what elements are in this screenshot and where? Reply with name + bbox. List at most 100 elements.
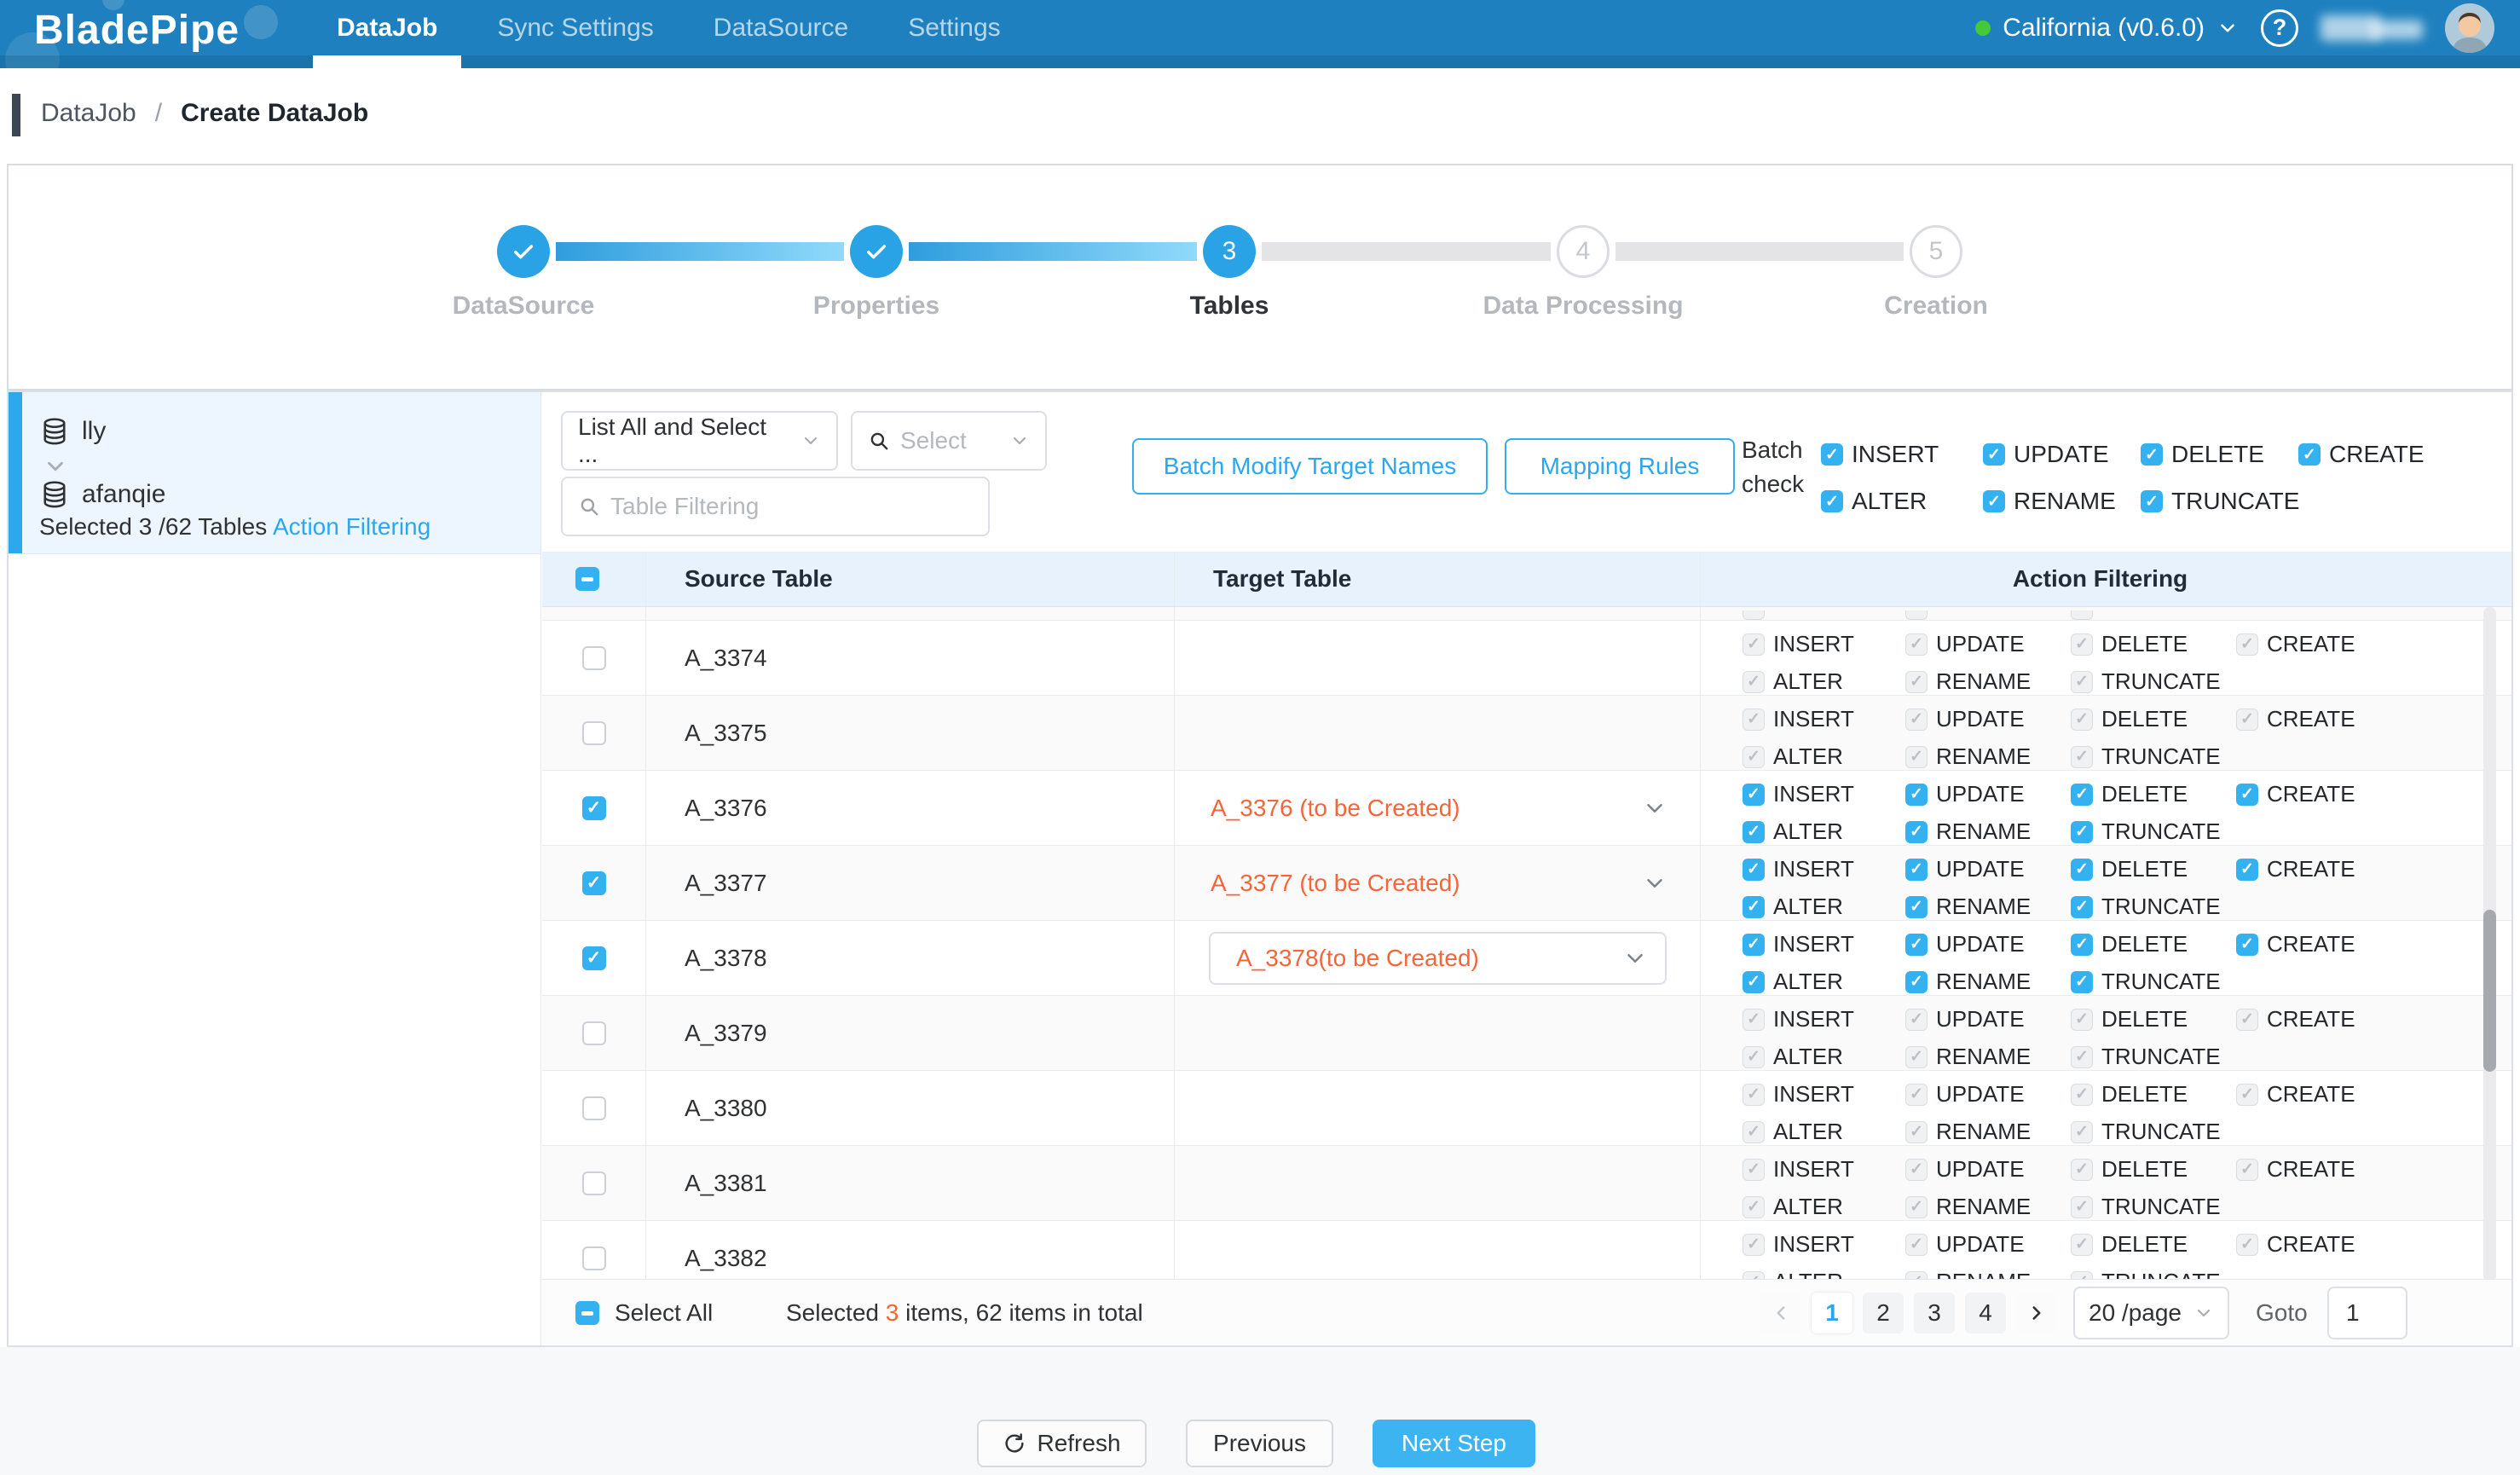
pagination-page-4[interactable]: 4 — [1965, 1293, 2006, 1333]
checkbox-checked[interactable]: ✓ — [1983, 490, 2005, 512]
target-table-value[interactable]: A_3376 (to be Created) — [1211, 795, 1667, 822]
action-checkbox-checked[interactable]: ✓ — [1905, 934, 1928, 956]
action-checkbox-disabled: ✓ — [1743, 1084, 1765, 1106]
target-table-select[interactable]: A_3378(to be Created) — [1209, 932, 1667, 985]
row-checkbox[interactable] — [582, 1021, 606, 1045]
row-checkbox[interactable] — [582, 1096, 606, 1120]
action-checkbox-checked[interactable]: ✓ — [1743, 896, 1765, 918]
step-circle-data-processing[interactable]: 4 — [1557, 225, 1610, 278]
action-checkbox-checked[interactable]: ✓ — [1905, 784, 1928, 806]
row-checkbox-checked[interactable]: ✓ — [582, 871, 606, 895]
action-checkbox-checked[interactable]: ✓ — [2071, 821, 2093, 843]
action-checkbox-checked[interactable]: ✓ — [2071, 859, 2093, 881]
action-checkbox-checked[interactable]: ✓ — [2236, 934, 2258, 956]
goto-page-input[interactable] — [2327, 1287, 2407, 1339]
batch-action-delete: ✓ DELETE — [2141, 441, 2298, 468]
refresh-button[interactable]: Refresh — [977, 1420, 1147, 1467]
step-connector — [909, 242, 1197, 261]
action-checkbox-label: INSERT — [1773, 1156, 1854, 1183]
pagination-page-1[interactable]: 1 — [1812, 1293, 1852, 1333]
table-row: ✓ A_3378 A_3378(to be Created) ✓INSERT✓U… — [542, 921, 2511, 996]
pagination-page-2[interactable]: 2 — [1863, 1293, 1904, 1333]
action-checkbox-checked[interactable]: ✓ — [1905, 971, 1928, 993]
selection-count-summary: Selected 3 items, 62 items in total — [786, 1280, 1143, 1346]
row-checkbox-checked[interactable]: ✓ — [582, 796, 606, 820]
select-all-checkbox-indeterminate[interactable] — [575, 1301, 599, 1325]
mapping-rules-button[interactable]: Mapping Rules — [1505, 438, 1735, 495]
action-checkbox-checked[interactable]: ✓ — [2236, 784, 2258, 806]
action-checkbox-checked[interactable]: ✓ — [2071, 784, 2093, 806]
help-icon[interactable]: ? — [2261, 9, 2298, 47]
action-checkbox-checked[interactable]: ✓ — [1743, 784, 1765, 806]
pagination-page-3[interactable]: 3 — [1914, 1293, 1955, 1333]
page-size-select[interactable]: 20 /page — [2073, 1287, 2229, 1339]
step-circle-datasource[interactable] — [497, 225, 550, 278]
action-checkbox-label: RENAME — [1936, 743, 2031, 770]
action-checkbox-label: UPDATE — [1936, 1006, 2025, 1032]
step-circle-tables[interactable]: 3 — [1203, 225, 1256, 278]
action-checkbox-label: TRUNCATE — [2101, 743, 2221, 770]
action-checkbox-checked[interactable]: ✓ — [2071, 971, 2093, 993]
nav-tab-datasource[interactable]: DataSource — [690, 0, 872, 55]
user-avatar[interactable] — [2445, 3, 2494, 53]
action-filtering-link[interactable]: Action Filtering — [273, 513, 431, 541]
row-checkbox-checked[interactable]: ✓ — [582, 946, 606, 970]
list-mode-select[interactable]: List All and Select ... — [561, 411, 838, 471]
select-page-checkbox-indeterminate[interactable] — [575, 567, 599, 591]
target-table-value[interactable]: A_3377 (to be Created) — [1211, 870, 1667, 897]
datasource-pair-item[interactable]: lly afanqie Selected 3 /62 Tables Action… — [9, 392, 540, 554]
nav-tab-sync-settings[interactable]: Sync Settings — [473, 0, 677, 55]
action-filter-create: ✓CREATE — [2236, 857, 2511, 882]
action-checkbox-checked[interactable]: ✓ — [2071, 896, 2093, 918]
action-checkbox-disabled: ✓ — [1743, 1196, 1765, 1218]
row-checkbox[interactable] — [582, 1247, 606, 1270]
checkbox-checked[interactable]: ✓ — [1821, 443, 1843, 466]
step-circle-creation[interactable]: 5 — [1910, 225, 1962, 278]
action-checkbox-label: ALTER — [1773, 1044, 1843, 1070]
previous-button[interactable]: Previous — [1186, 1420, 1333, 1467]
action-filter-insert: ✓INSERT — [1743, 1232, 1905, 1258]
username-blurred — [2321, 14, 2423, 43]
action-checkbox-checked[interactable]: ✓ — [2236, 859, 2258, 881]
checkbox-checked[interactable]: ✓ — [1821, 490, 1843, 512]
vertical-scrollbar-thumb[interactable] — [2483, 910, 2496, 1072]
pagination-next-button[interactable] — [2016, 1293, 2057, 1333]
select-all-label[interactable]: Select All — [615, 1299, 713, 1327]
action-checkbox-checked[interactable]: ✓ — [1743, 821, 1765, 843]
chevron-down-icon — [1009, 431, 1030, 451]
checkbox-checked[interactable]: ✓ — [2141, 490, 2163, 512]
nav-tab-datajob[interactable]: DataJob — [313, 0, 461, 55]
action-filter-insert: ✓INSERT — [1743, 782, 1905, 807]
schema-select[interactable]: Select — [851, 411, 1047, 471]
row-checkbox[interactable] — [582, 646, 606, 670]
action-checkbox-checked[interactable]: ✓ — [1743, 934, 1765, 956]
action-checkbox-checked[interactable]: ✓ — [1743, 971, 1765, 993]
action-checkbox-checked[interactable]: ✓ — [2071, 934, 2093, 956]
checkbox-checked[interactable]: ✓ — [1983, 443, 2005, 466]
breadcrumb-parent[interactable]: DataJob — [41, 99, 136, 128]
row-checkbox[interactable] — [582, 1171, 606, 1195]
batch-modify-target-names-button[interactable]: Batch Modify Target Names — [1132, 438, 1488, 495]
action-filter-update: ✓UPDATE — [1905, 1007, 2071, 1032]
checkbox-label: DELETE — [2171, 441, 2264, 468]
brand-logo[interactable]: BladePipe — [34, 7, 240, 54]
action-checkbox-checked[interactable]: ✓ — [1905, 859, 1928, 881]
column-header-target-table: Target Table — [1175, 552, 1701, 606]
action-checkbox-checked[interactable]: ✓ — [1905, 821, 1928, 843]
action-checkbox-checked[interactable]: ✓ — [1905, 896, 1928, 918]
row-checkbox[interactable] — [582, 721, 606, 745]
action-checkbox-disabled: ✓ — [2071, 633, 2093, 656]
table-filter-input[interactable] — [610, 493, 973, 520]
checkbox-label: ALTER — [1852, 488, 1927, 515]
nav-tab-settings[interactable]: Settings — [884, 0, 1024, 55]
action-filter-insert: ✓INSERT — [1743, 1007, 1905, 1032]
environment-selector[interactable]: California (v0.6.0) — [1975, 14, 2239, 43]
checkbox-checked[interactable]: ✓ — [2141, 443, 2163, 466]
checkbox-checked[interactable]: ✓ — [2298, 443, 2321, 466]
vertical-scrollbar-track[interactable] — [2483, 607, 2496, 1282]
action-checkbox-label: ALTER — [1773, 818, 1843, 845]
action-checkbox-checked[interactable]: ✓ — [1743, 859, 1765, 881]
pagination-prev-button[interactable] — [1760, 1293, 1801, 1333]
step-circle-properties[interactable] — [850, 225, 903, 278]
next-step-button[interactable]: Next Step — [1373, 1420, 1535, 1467]
